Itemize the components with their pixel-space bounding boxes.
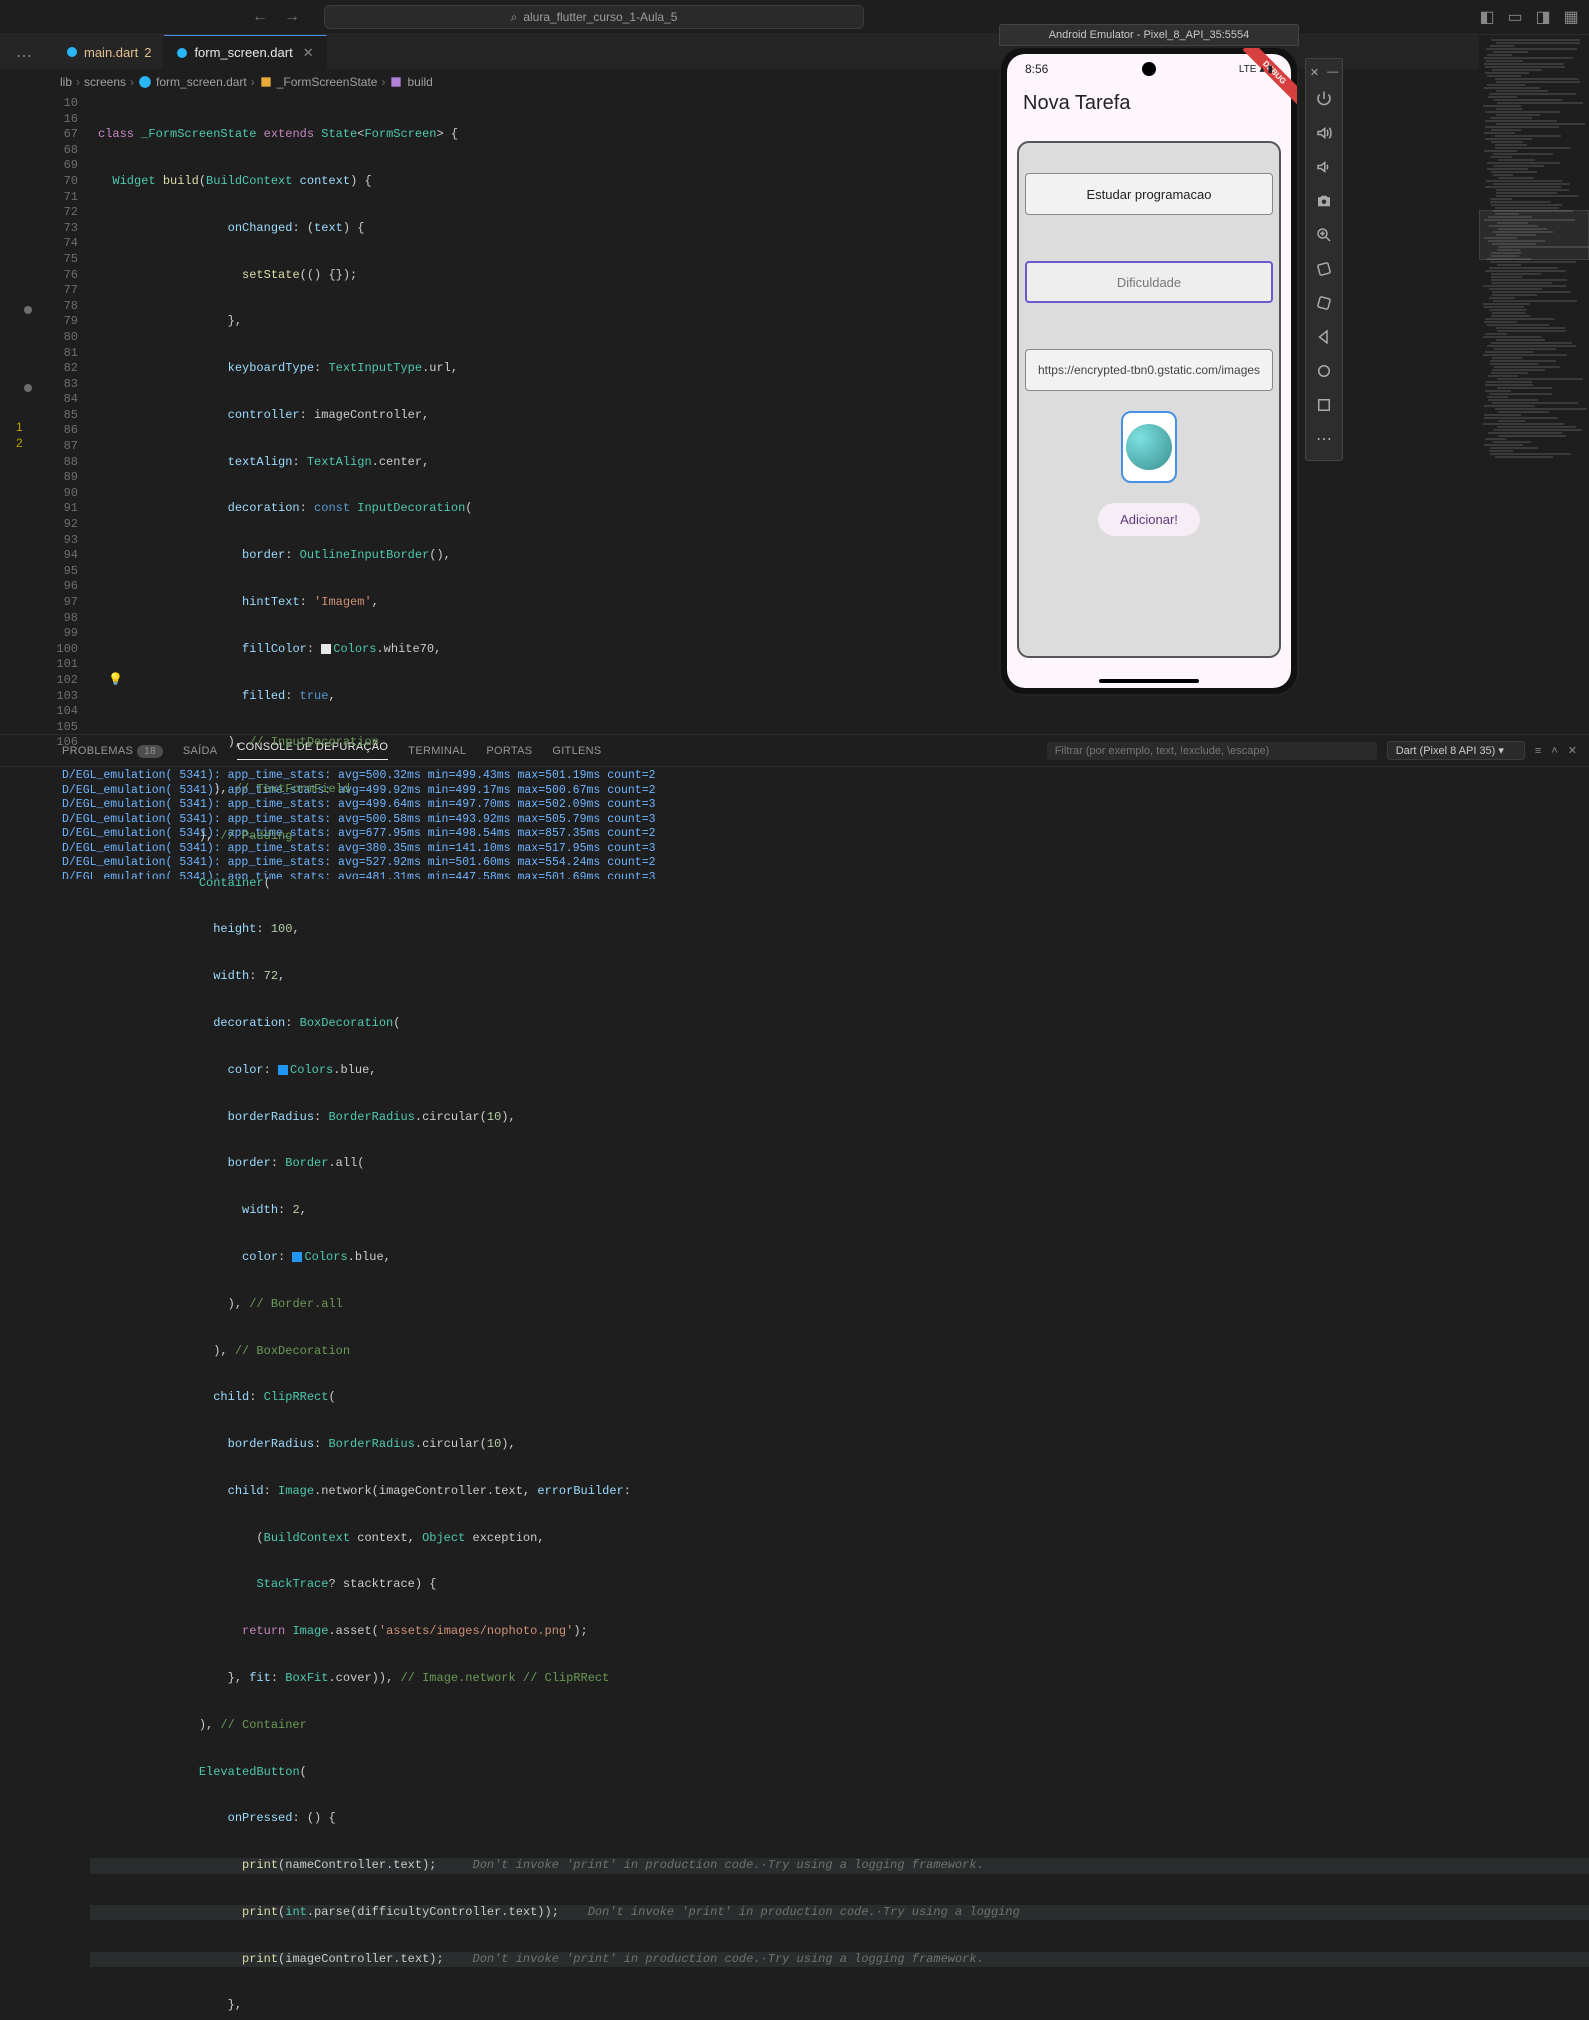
zoom-in-icon[interactable]: [1309, 218, 1339, 252]
breadcrumb-item[interactable]: screens: [84, 75, 126, 89]
back-triangle-icon[interactable]: [1309, 320, 1339, 354]
breadcrumb-item[interactable]: _FormScreenState: [277, 75, 378, 89]
search-icon: ⌕: [511, 10, 518, 25]
volume-down-icon[interactable]: [1309, 150, 1339, 184]
editor-tab-bar: main.dart 2 form_screen.dart ✕ ◫ ⋯: [0, 35, 1589, 70]
battery-icon: ▮: [1267, 64, 1273, 75]
add-button[interactable]: Adicionar!: [1098, 503, 1200, 536]
fold-marker-icon[interactable]: [24, 384, 32, 392]
android-nav-bar[interactable]: [1007, 674, 1291, 688]
image-url-input[interactable]: https://encrypted-tbn0.gstatic.com/image…: [1025, 349, 1273, 391]
color-swatch-icon: [292, 1252, 302, 1262]
dart-file-icon: [176, 47, 188, 59]
layout-customize-icon[interactable]: ▦: [1561, 7, 1581, 27]
chevron-right-icon: ›: [76, 75, 80, 89]
image-preview: [1121, 411, 1177, 483]
titlebar: ← → ⌕ alura_flutter_curso_1-Aula_5 ◧ ▭ ◨…: [0, 0, 1589, 35]
gutter-annotation: 2: [16, 436, 23, 450]
minimap[interactable]: [1479, 35, 1589, 725]
overview-square-icon[interactable]: [1309, 388, 1339, 422]
tab-form-screen-dart[interactable]: form_screen.dart ✕: [164, 35, 326, 69]
tab-label: form_screen.dart: [194, 45, 292, 60]
chevron-right-icon: ›: [130, 75, 134, 89]
line-number-gutter: 1016676869707172737475767778798081828384…: [42, 94, 90, 734]
breadcrumb-item[interactable]: lib: [60, 75, 72, 89]
emulator-toolbar: ✕ — ⋯: [1305, 58, 1343, 461]
method-icon: [389, 75, 403, 89]
code-area[interactable]: class _FormScreenState extends State<For…: [90, 94, 1589, 734]
emulator-title: Android Emulator - Pixel_8_API_35:5554: [999, 24, 1299, 46]
class-icon: [259, 75, 273, 89]
tab-main-dart[interactable]: main.dart 2: [54, 35, 164, 69]
gutter-annotation: 1: [16, 420, 23, 434]
breadcrumb[interactable]: lib › screens › form_screen.dart › _Form…: [0, 70, 1589, 94]
layout-secondary-icon[interactable]: ◨: [1533, 7, 1553, 27]
preview-avatar-icon: [1126, 424, 1172, 470]
rotate-right-icon[interactable]: [1309, 286, 1339, 320]
search-text: alura_flutter_curso_1-Aula_5: [523, 10, 677, 24]
difficulty-input[interactable]: Dificuldade: [1025, 261, 1273, 303]
dart-file-icon: [66, 46, 78, 58]
android-status-bar: 8:56 LTE ▴ ▮: [1007, 54, 1291, 84]
camera-cutout-icon: [1142, 62, 1156, 76]
color-swatch-icon: [321, 644, 331, 654]
home-circle-icon[interactable]: [1309, 354, 1339, 388]
chevron-right-icon: ›: [251, 75, 255, 89]
network-label: LTE: [1239, 64, 1257, 75]
nav-pill-icon: [1099, 679, 1199, 683]
close-icon[interactable]: ✕: [1307, 66, 1322, 79]
color-swatch-icon: [278, 1065, 288, 1075]
chevron-right-icon: ›: [381, 75, 385, 89]
minimap-viewport[interactable]: [1479, 210, 1589, 260]
code-editor[interactable]: 1 2 💡 1016676869707172737475767778798081…: [0, 94, 1589, 734]
emulator-screen[interactable]: DEBUG 8:56 LTE ▴ ▮ Nova Tarefa Estudar p…: [1007, 54, 1291, 688]
breadcrumb-item[interactable]: form_screen.dart: [156, 75, 247, 89]
volume-up-icon[interactable]: [1309, 116, 1339, 150]
emulator-window: Android Emulator - Pixel_8_API_35:5554 D…: [999, 24, 1299, 696]
tab-label: main.dart: [84, 45, 138, 60]
signal-icon: ▴: [1259, 64, 1264, 75]
more-icon[interactable]: ⋯: [1309, 422, 1339, 456]
layout-primary-icon[interactable]: ◧: [1477, 7, 1497, 27]
app-bar-title: Nova Tarefa: [1007, 84, 1291, 125]
command-center-search[interactable]: ⌕ alura_flutter_curso_1-Aula_5: [324, 5, 864, 29]
breadcrumb-item[interactable]: build: [407, 75, 432, 89]
fold-marker-icon[interactable]: [24, 306, 32, 314]
status-time: 8:56: [1025, 62, 1048, 76]
form-card: Estudar programacao Dificuldade https://…: [1017, 141, 1281, 658]
editor-gutter: 1 2 💡: [0, 94, 42, 734]
name-input[interactable]: Estudar programacao: [1025, 173, 1273, 215]
lightbulb-icon[interactable]: 💡: [108, 672, 123, 686]
close-icon[interactable]: ✕: [303, 45, 314, 61]
dart-file-icon: [138, 75, 152, 89]
layout-panel-icon[interactable]: ▭: [1505, 7, 1525, 27]
rotate-left-icon[interactable]: [1309, 252, 1339, 286]
camera-icon[interactable]: [1309, 184, 1339, 218]
emulator-device-frame: DEBUG 8:56 LTE ▴ ▮ Nova Tarefa Estudar p…: [999, 46, 1299, 696]
nav-back-icon[interactable]: ←: [248, 4, 272, 30]
power-icon[interactable]: [1309, 82, 1339, 116]
nav-forward-icon[interactable]: →: [280, 4, 304, 30]
tab-dirty-count: 2: [144, 45, 151, 60]
more-actions-icon[interactable]: ⋯: [16, 46, 32, 66]
minimize-icon[interactable]: —: [1324, 66, 1341, 79]
